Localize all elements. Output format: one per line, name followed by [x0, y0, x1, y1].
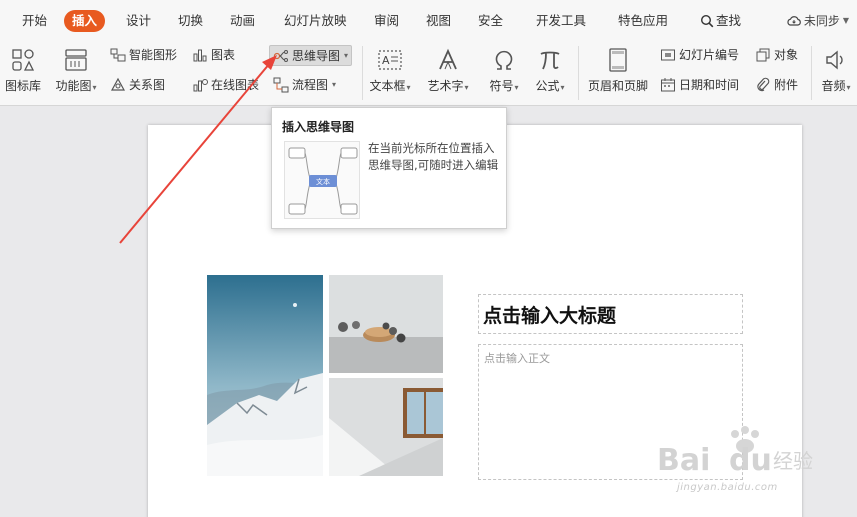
mind-map-button[interactable]: 思维导图 ▾: [269, 45, 353, 66]
object-icon: [755, 47, 771, 63]
date-time-label: 日期和时间: [679, 78, 740, 92]
slide-number-icon: [660, 47, 676, 63]
text-box-button[interactable]: A 文本框▾: [364, 46, 416, 94]
tab-security[interactable]: 安全: [478, 10, 503, 32]
flow-chart-label: 流程图: [292, 78, 329, 92]
function-chart-icon: [63, 46, 89, 74]
online-chart-button[interactable]: 在线图表: [192, 76, 259, 93]
date-time-button[interactable]: 日期和时间: [660, 76, 739, 93]
header-footer-icon: [607, 46, 629, 74]
word-art-icon: [436, 46, 460, 74]
formula-button[interactable]: 公式▾: [530, 46, 570, 94]
formula-label: 公式▾: [535, 79, 565, 93]
function-chart-button[interactable]: 功能图▾: [52, 46, 100, 94]
ribbon-divider: [362, 46, 363, 100]
sync-label: 未同步: [803, 14, 840, 28]
mountain-photo[interactable]: [207, 275, 323, 476]
window-photo[interactable]: [329, 378, 443, 476]
chevron-down-icon[interactable]: ▾: [344, 51, 348, 60]
calendar-icon: [660, 77, 676, 93]
pi-icon: [538, 46, 562, 74]
icon-library-icon: [11, 46, 35, 74]
audio-label: 音频▾: [821, 79, 851, 93]
paperclip-icon: [755, 77, 771, 93]
tab-animation[interactable]: 动画: [230, 10, 255, 32]
svg-text:du: du: [729, 443, 772, 478]
tab-special[interactable]: 特色应用: [618, 10, 668, 32]
stones-photo[interactable]: [329, 275, 443, 373]
sync-status[interactable]: 未同步 ▼: [786, 10, 849, 32]
icon-library-button[interactable]: 图标库: [4, 46, 42, 94]
relation-chart-icon: [110, 77, 126, 93]
tab-home[interactable]: 开始: [22, 10, 47, 32]
text-box-label: 文本框▾: [369, 79, 411, 93]
watermark-url: jingyan.baidu.com: [677, 482, 778, 493]
svg-text:Bai: Bai: [657, 443, 710, 478]
search-button[interactable]: 查找: [700, 10, 741, 32]
tab-insert[interactable]: 插入: [64, 10, 106, 32]
tooltip-description: 在当前光标所在位置插入思维导图,可随时进入编辑: [368, 141, 499, 172]
text-box-icon: A: [377, 46, 403, 74]
search-icon: [700, 14, 714, 28]
cloud-sync-icon: [787, 16, 801, 26]
slide-number-button[interactable]: 幻灯片编号: [660, 46, 739, 63]
mind-map-tooltip: 插入思维导图 文本 在当前光标所在位置插入思维导图,可随时进入编辑: [271, 107, 507, 229]
body-placeholder-text: 点击输入正文: [484, 352, 550, 365]
mind-map-label: 思维导图: [292, 49, 341, 63]
mind-map-icon: [273, 48, 289, 64]
smart-graphic-label: 智能图形: [129, 48, 178, 62]
title-placeholder[interactable]: 点击输入大标题: [478, 294, 743, 334]
symbol-button[interactable]: 符号▾: [484, 46, 524, 94]
slide-number-label: 幻灯片编号: [679, 48, 740, 62]
bar-chart-icon: [192, 47, 208, 63]
header-footer-button[interactable]: 页眉和页脚: [584, 46, 652, 94]
baidu-logo: Bai du 经验: [657, 426, 813, 478]
baidu-watermark: Bai du 经验 jingyan.baidu.com: [655, 422, 815, 497]
online-chart-label: 在线图表: [211, 78, 260, 92]
object-button[interactable]: 对象: [755, 46, 798, 63]
menu-bar: 开始 插入 设计 切换 动画 幻灯片放映 审阅 视图 安全 开发工具 特色应用 …: [0, 0, 857, 40]
tab-design[interactable]: 设计: [126, 10, 151, 32]
tab-transition[interactable]: 切换: [178, 10, 203, 32]
icon-library-label: 图标库: [4, 79, 41, 93]
flow-chart-icon: [273, 77, 289, 93]
tab-view[interactable]: 视图: [426, 10, 451, 32]
header-footer-label: 页眉和页脚: [587, 79, 648, 93]
chevron-down-icon: ▼: [842, 16, 849, 25]
search-label: 查找: [716, 13, 742, 28]
ribbon-toolbar: 图标库 功能图▾ 智能图形 关系图 图表 在线图表 思维导图 ▾ 流程图 ▾ A…: [0, 40, 857, 106]
svg-text:A: A: [382, 54, 390, 67]
title-placeholder-text: 点击输入大标题: [483, 305, 617, 327]
object-label: 对象: [774, 48, 799, 62]
relation-chart-button[interactable]: 关系图: [110, 76, 165, 93]
tooltip-title: 插入思维导图: [282, 120, 355, 134]
attachment-button[interactable]: 附件: [755, 76, 798, 93]
function-chart-label: 功能图▾: [55, 79, 97, 93]
flow-chart-button[interactable]: 流程图 ▾: [273, 76, 336, 93]
tab-slideshow[interactable]: 幻灯片放映: [284, 10, 347, 32]
tab-review[interactable]: 审阅: [374, 10, 399, 32]
smart-graphic-icon: [110, 47, 126, 63]
attachment-label: 附件: [774, 78, 799, 92]
mind-map-preview: 文本: [284, 141, 360, 219]
relation-chart-label: 关系图: [129, 78, 166, 92]
chart-button[interactable]: 图表: [192, 46, 235, 63]
smart-graphic-button[interactable]: 智能图形: [110, 46, 177, 63]
ribbon-divider: [578, 46, 579, 100]
ribbon-divider: [811, 46, 812, 100]
word-art-label: 艺术字▾: [427, 79, 469, 93]
chart-label: 图表: [211, 48, 236, 62]
online-chart-icon: [192, 77, 208, 93]
tab-developer[interactable]: 开发工具: [536, 10, 586, 32]
omega-icon: [492, 46, 516, 74]
svg-text:经验: 经验: [773, 449, 813, 473]
chevron-down-icon: ▾: [332, 80, 337, 89]
word-art-button[interactable]: 艺术字▾: [422, 46, 474, 94]
symbol-label: 符号▾: [489, 79, 519, 93]
audio-button[interactable]: 音频▾: [816, 46, 856, 94]
preview-label: 文本: [316, 177, 330, 186]
speaker-icon: [824, 46, 848, 74]
